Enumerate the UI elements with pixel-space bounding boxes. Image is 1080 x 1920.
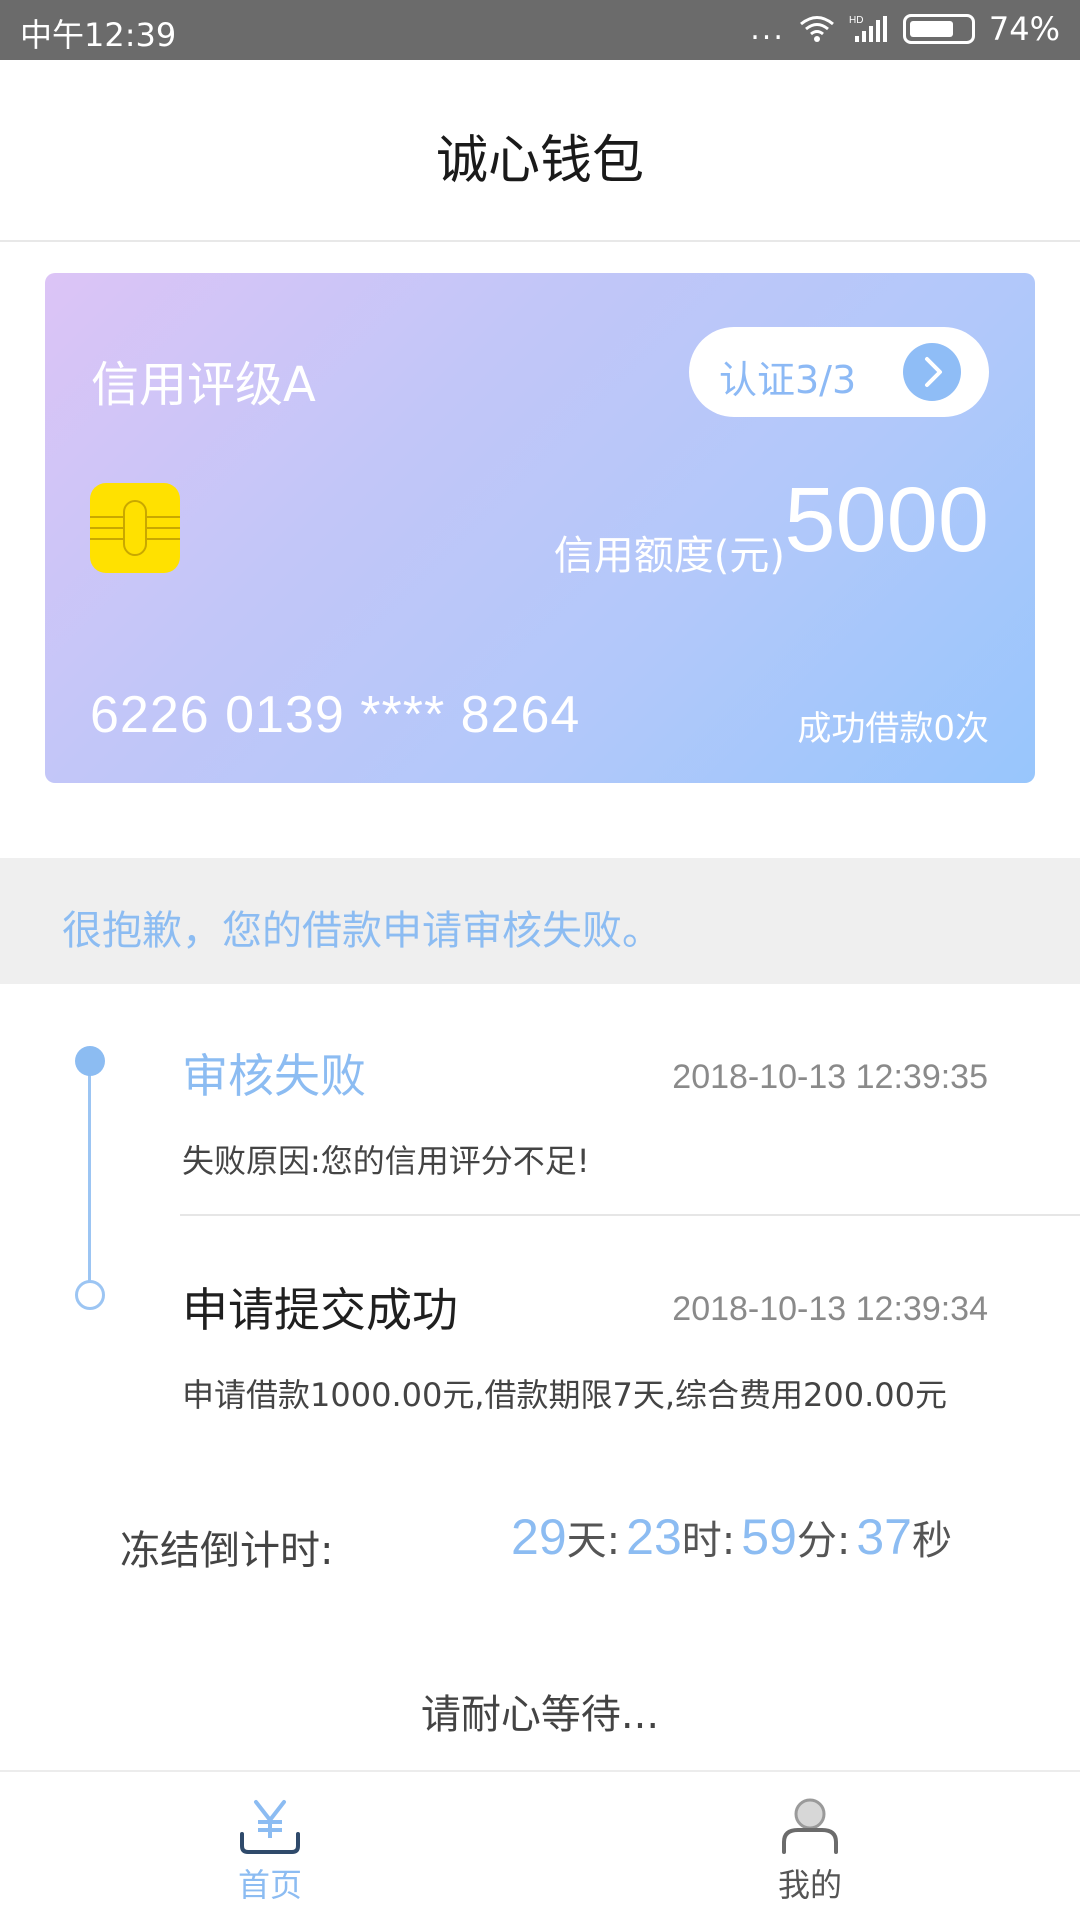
status-icons: ... HD 74% (750, 10, 1060, 48)
countdown-hours: 23 (626, 1509, 682, 1565)
waiting-message: 请耐心等待... (420, 1692, 660, 1738)
failure-notice-banner: 很抱歉，您的借款申请审核失败。 (0, 858, 1080, 984)
cellular-signal-icon: HD (849, 15, 887, 42)
countdown-seconds: 37 (856, 1509, 912, 1565)
tab-mine-label: 我的 (777, 1866, 842, 1904)
tab-mine[interactable]: 我的 (540, 1772, 1080, 1920)
timeline-dot-active-icon (75, 1046, 105, 1076)
countdown-days-unit: 天: (566, 1518, 621, 1564)
timeline-item-desc: 申请借款1000.00元,借款期限7天,综合费用200.00元 (182, 1376, 948, 1414)
status-bar: 中午12:39 ... HD 74% (0, 0, 1080, 60)
timeline-line (88, 1062, 91, 1294)
chevron-right-icon (903, 343, 961, 401)
card-chip-icon (90, 483, 180, 573)
page-title: 诚心钱包 (435, 131, 644, 191)
battery-icon (902, 14, 975, 44)
timeline-item-title: 申请提交成功 (182, 1283, 458, 1337)
freeze-countdown-label: 冻结倒计时: (120, 1528, 334, 1574)
nav-bar: 诚心钱包 (0, 60, 1080, 242)
countdown-seconds-unit: 秒 (912, 1518, 952, 1564)
more-dots-icon: ... (750, 11, 785, 47)
timeline-divider (180, 1214, 1080, 1216)
battery-fill (909, 21, 953, 37)
credit-rating: 信用评级A (91, 357, 316, 413)
freeze-countdown: 29 天: 23 时: 59 分: 37 秒 (511, 1508, 958, 1566)
timeline-item-time: 2018-10-13 12:39:35 (672, 1058, 988, 1096)
credit-limit-value: 5000 (784, 469, 989, 571)
countdown-minutes: 59 (741, 1509, 797, 1565)
bottom-tab-bar: 首页 我的 (0, 1770, 1080, 1920)
network-type-label: HD (849, 15, 863, 26)
battery-percent: 74% (988, 10, 1060, 48)
verification-label: 认证3/3 (719, 358, 857, 402)
tab-home[interactable]: 首页 (0, 1772, 540, 1920)
failure-notice-text: 很抱歉，您的借款申请审核失败。 (62, 908, 662, 954)
timeline-dot-inactive-icon (75, 1280, 105, 1310)
timeline-item-desc: 失败原因:您的信用评分不足! (182, 1142, 590, 1180)
timeline-item-time: 2018-10-13 12:39:34 (672, 1290, 988, 1328)
timeline-item-title: 审核失败 (182, 1049, 366, 1103)
wifi-icon (799, 16, 834, 42)
tab-home-label: 首页 (237, 1866, 302, 1904)
card-number: 6226 0139 **** 8264 (90, 686, 581, 744)
successful-loans-count: 成功借款0次 (797, 709, 989, 749)
credit-card: 信用评级A 认证3/3 信用额度(元) 5000 6226 0139 **** … (45, 273, 1035, 783)
countdown-minutes-unit: 分: (796, 1518, 851, 1564)
user-profile-icon (782, 1798, 838, 1854)
countdown-days: 29 (511, 1509, 567, 1565)
status-time: 中午12:39 (20, 16, 177, 54)
verification-button[interactable]: 认证3/3 (689, 327, 989, 417)
countdown-hours-unit: 时: (681, 1518, 736, 1564)
yuan-wallet-icon (240, 1800, 300, 1854)
credit-limit-label: 信用额度(元) (553, 533, 785, 579)
